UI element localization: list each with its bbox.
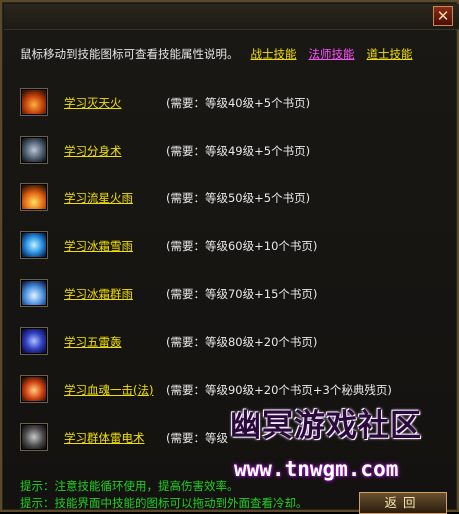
close-icon: ✕ — [436, 7, 450, 25]
tab-warrior-skills[interactable]: 战士技能 — [251, 46, 297, 62]
tip-text: 提示：注意技能循环使用，提高伤害效率。 — [20, 479, 239, 493]
skill-learn-link[interactable]: 学习群体雷电术 — [64, 430, 145, 446]
skill-learn-link[interactable]: 学习血魂一击(法) — [64, 382, 153, 398]
meteor-skill-icon[interactable] — [20, 183, 48, 211]
skill-row: 学习灭天火 (需要：等级40级+5个书页) — [20, 88, 450, 118]
skill-requirement: (需要：等级50级+5个书页) — [166, 191, 311, 205]
skill-learn-link[interactable]: 学习五雷轰 — [64, 334, 122, 350]
group-lightning-skill-icon[interactable] — [20, 423, 48, 451]
ice-rain-skill-icon[interactable] — [20, 231, 48, 259]
skill-requirement: (需要：等级70级+15个书页) — [166, 287, 318, 301]
skill-row: 学习冰霜雪雨 (需要：等级60级+10个书页) — [20, 231, 450, 261]
blood-soul-skill-icon[interactable] — [20, 375, 48, 403]
skill-learn-link[interactable]: 学习分身术 — [64, 143, 122, 159]
skill-row: 学习分身术 (需要：等级49级+5个书页) — [20, 136, 450, 166]
skill-learn-link[interactable]: 学习冰霜群雨 — [64, 286, 133, 302]
skill-requirement: (需要：等级60级+10个书页) — [166, 239, 318, 253]
skill-row: 学习流星火雨 (需要：等级50级+5个书页) — [20, 183, 450, 213]
watermark-logo-url: www.tnwgm.com — [234, 457, 399, 481]
return-button[interactable]: 返回 — [359, 492, 447, 514]
skill-learn-link[interactable]: 学习流星火雨 — [64, 190, 133, 206]
skill-requirement: (需要：等级80级+20个书页) — [166, 335, 318, 349]
tab-mage-skills[interactable]: 法师技能 — [309, 46, 355, 62]
skill-requirement: (需要：等级90级+20个书页+3个秘典残页) — [166, 383, 392, 397]
skill-row: 学习冰霜群雨 (需要：等级70级+15个书页) — [20, 279, 450, 309]
tab-taoist-skills[interactable]: 道士技能 — [367, 46, 413, 62]
window-title-bar — [4, 4, 459, 30]
skill-requirement: (需要：等级40级+5个书页) — [166, 96, 311, 110]
fire-skill-icon[interactable] — [20, 88, 48, 116]
thunder-skill-icon[interactable] — [20, 327, 48, 355]
watermark-logo-title: 幽冥游戏社区 — [230, 408, 422, 444]
info-row: 鼠标移动到技能图标可查看技能属性说明。 战士技能 法师技能 道士技能 — [20, 46, 450, 62]
clone-skill-icon[interactable] — [20, 136, 48, 164]
skill-learn-link[interactable]: 学习冰霜雪雨 — [64, 238, 133, 254]
instruction-text: 鼠标移动到技能图标可查看技能属性说明。 — [20, 47, 239, 61]
close-button[interactable]: ✕ — [433, 6, 453, 26]
skill-learn-link[interactable]: 学习灭天火 — [64, 95, 122, 111]
skill-learning-panel: ✕ 鼠标移动到技能图标可查看技能属性说明。 战士技能 法师技能 道士技能 学习灭… — [0, 0, 459, 514]
tip-text: 提示：技能界面中技能的图标可以拖动到外面查看冷却。 — [20, 496, 308, 510]
skill-requirement: (需要：等级49级+5个书页) — [166, 144, 311, 158]
frost-group-skill-icon[interactable] — [20, 279, 48, 307]
skill-requirement: (需要：等级 — [166, 431, 228, 445]
skill-row: 学习五雷轰 (需要：等级80级+20个书页) — [20, 327, 450, 357]
